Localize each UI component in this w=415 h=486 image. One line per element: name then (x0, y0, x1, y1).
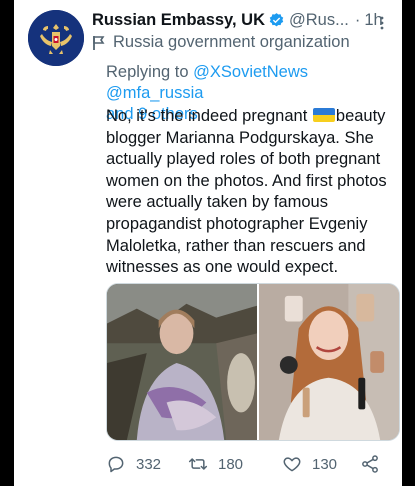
tweet-card[interactable]: Russian Embassy, UK @Rus... · 1h Russia … (14, 0, 402, 486)
author-handle[interactable]: @Rus... (289, 10, 349, 31)
share-button[interactable] (360, 454, 380, 474)
tweet-header: Russian Embassy, UK @Rus... · 1h Russia … (92, 10, 394, 54)
share-icon (362, 455, 378, 473)
account-label[interactable]: Russia government organization (113, 33, 350, 52)
retweet-count: 180 (218, 455, 244, 473)
mention-link[interactable]: @XSovietNews (193, 63, 308, 81)
separator-dot: · (354, 11, 361, 29)
reply-count: 332 (136, 455, 162, 473)
author-name[interactable]: Russian Embassy, UK (92, 10, 265, 31)
profile-avatar[interactable] (28, 10, 84, 66)
reply-icon (108, 456, 124, 473)
photo-left[interactable] (107, 284, 257, 440)
tweet-text-part: beauty blogger Marianna Podgurskaya. She… (106, 107, 387, 277)
more-options-icon[interactable] (380, 16, 384, 30)
like-count: 130 (312, 455, 338, 473)
like-icon (283, 457, 301, 472)
tweet-actions: 332 180 130 (106, 452, 386, 476)
tweet-text: No, it's the indeed pregnant beauty blog… (106, 106, 398, 279)
verified-badge-icon (268, 12, 285, 29)
tweet-text-part: No, it's the indeed pregnant (106, 107, 308, 125)
photo-right[interactable] (258, 284, 399, 440)
retweet-button[interactable]: 180 (188, 454, 282, 474)
mention-link[interactable]: @mfa_russia (106, 84, 203, 102)
media-grid[interactable] (106, 283, 400, 441)
replying-prefix: Replying to (106, 63, 189, 81)
reply-button[interactable]: 332 (106, 454, 188, 474)
like-button[interactable]: 130 (282, 454, 360, 474)
russian-coat-of-arms-icon (28, 10, 84, 66)
ukraine-flag-emoji-icon (312, 108, 335, 122)
retweet-icon (188, 458, 208, 470)
flag-icon (92, 35, 106, 51)
